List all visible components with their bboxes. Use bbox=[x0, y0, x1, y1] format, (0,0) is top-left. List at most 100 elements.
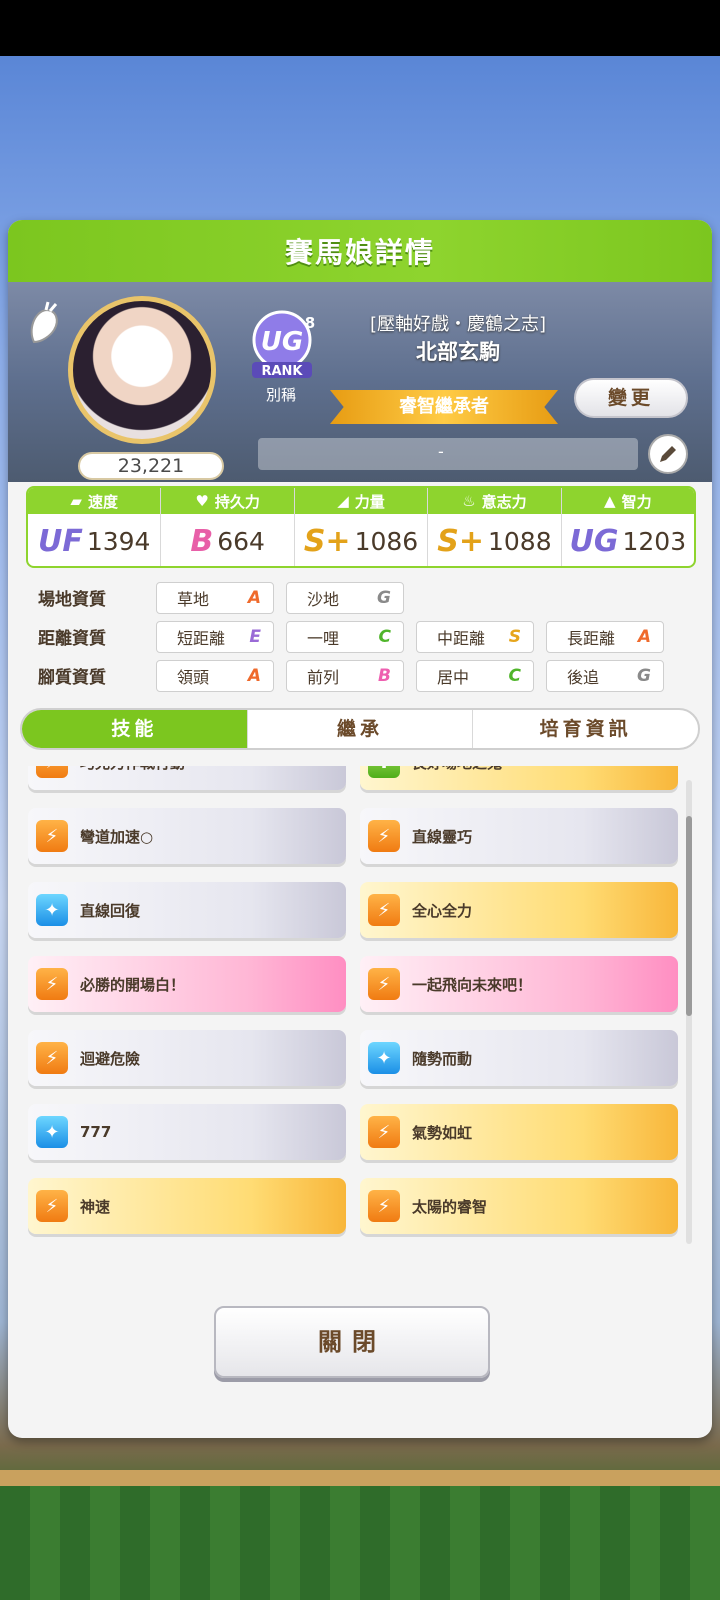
aptitude-cell: 居中 C bbox=[416, 659, 534, 692]
skill-item[interactable]: ⚡ 彎道加速○ bbox=[28, 808, 346, 864]
skill-item[interactable]: ⚡ 氣勢如虹 bbox=[360, 1104, 678, 1160]
pencil-icon bbox=[660, 446, 676, 462]
stat-label: 持久力 bbox=[214, 492, 260, 511]
stat-label: 力量 bbox=[354, 492, 385, 511]
svg-text:UG: UG bbox=[261, 327, 303, 357]
skill-name: 直線回復 bbox=[80, 901, 141, 920]
aptitude-name: 短距離 bbox=[177, 628, 226, 648]
close-button[interactable]: 關閉 bbox=[214, 1306, 490, 1378]
aptitude-grade: A bbox=[637, 626, 651, 647]
skill-item[interactable]: ✦ 隨勢而動 bbox=[360, 1030, 678, 1086]
horse-name: 北部玄駒 bbox=[416, 340, 500, 364]
recovery-skill-icon: ✦ bbox=[36, 894, 68, 926]
shoe-icon: ▰ bbox=[70, 492, 82, 510]
profile-panel: 23,221 UG 8 RANK 別稱 [壓軸好戲・慶鶴之志] 北部玄駒 睿智繼… bbox=[8, 282, 712, 482]
skill-item[interactable]: ⚡ 神速 bbox=[28, 1178, 346, 1234]
edit-memo-button[interactable] bbox=[648, 434, 688, 474]
aptitude-name: 前列 bbox=[307, 667, 340, 687]
tab-skills[interactable]: 技能 bbox=[22, 710, 248, 748]
skill-item[interactable]: ✚ 良好場地之鬼 bbox=[360, 766, 678, 790]
stat-guts: ♨ 意志力 S+ 1088 bbox=[428, 488, 562, 566]
aptitude-name: 領頭 bbox=[177, 667, 210, 687]
speed-skill-icon: ⚡ bbox=[368, 894, 400, 926]
stat-value: 1394 bbox=[86, 526, 151, 556]
aptitude-row-surface: 場地資質 草地 A 沙地 G bbox=[38, 578, 688, 617]
skill-item[interactable]: ⚡ 直線靈巧 bbox=[360, 808, 678, 864]
stat-grade: S+ bbox=[303, 523, 351, 559]
rank-badge-icon: UG 8 RANK bbox=[252, 310, 315, 379]
tab-inheritance[interactable]: 繼承 bbox=[248, 710, 474, 748]
aptitude-row-distance: 距離資質 短距離 E 一哩 C 中距離 S 長距離 A bbox=[38, 617, 688, 656]
change-title-button[interactable]: 變更 bbox=[574, 378, 688, 418]
skill-row: ✦ 777 ⚡ 氣勢如虹 bbox=[28, 1104, 678, 1160]
aptitude-cell: 短距離 E bbox=[156, 620, 274, 653]
stat-grade: B bbox=[190, 523, 214, 559]
aptitude-grade: A bbox=[247, 587, 261, 608]
skill-list[interactable]: ⚡ 巧克力作戰行動 ✚ 良好場地之鬼 ⚡ 彎道加速○ ⚡ 直線靈巧 ✦ 直線回復 ⚡ 全心全力 ⚡ 必勝的… bbox=[20, 766, 680, 1272]
skill-row: ⚡ 神速 ⚡ 太陽的睿智 bbox=[28, 1178, 678, 1234]
avatar[interactable] bbox=[68, 296, 216, 444]
tab-training-info[interactable]: 培育資訊 bbox=[473, 710, 698, 748]
stat-grade: UG bbox=[569, 523, 619, 559]
skill-item[interactable]: ✦ 直線回復 bbox=[28, 882, 346, 938]
recovery-skill-icon: ✦ bbox=[36, 1116, 68, 1148]
skill-item[interactable]: ⚡ 必勝的開場白！ bbox=[28, 956, 346, 1012]
skill-grid: ⚡ 巧克力作戰行動 ✚ 良好場地之鬼 ⚡ 彎道加速○ ⚡ 直線靈巧 ✦ 直線回復 ⚡ 全心全力 ⚡ 必勝的… bbox=[28, 766, 678, 1252]
stat-grade: S+ bbox=[437, 523, 484, 559]
skill-item[interactable]: ⚡ 一起飛向未來吧！ bbox=[360, 956, 678, 1012]
aptitude-cell: 前列 B bbox=[286, 659, 404, 692]
skill-item[interactable]: ⚡ 巧克力作戰行動 bbox=[28, 766, 346, 790]
stat-speed: ▰ 速度 UF 1394 bbox=[28, 488, 162, 566]
skill-name: 太陽的睿智 bbox=[412, 1197, 488, 1216]
skill-item[interactable]: ✦ 777 bbox=[28, 1104, 346, 1160]
speed-skill-icon: ⚡ bbox=[368, 968, 400, 1000]
stat-wisdom: ▲ 智力 UG 1203 bbox=[561, 488, 694, 566]
skill-name: 隨勢而動 bbox=[412, 1049, 473, 1068]
stats-panel: ▰ 速度 UF 1394 ♥ 持久力 B 664 ◢ 力量 S+ 1086 ♨ 意志力 … bbox=[26, 486, 696, 568]
skill-name: 全心全力 bbox=[412, 901, 473, 920]
skill-name: 彎道加速○ bbox=[80, 827, 154, 846]
aptitude-name: 沙地 bbox=[307, 589, 340, 609]
muscle-icon: ◢ bbox=[337, 492, 349, 510]
speed-skill-icon: ⚡ bbox=[368, 1116, 400, 1148]
memo-field[interactable]: - bbox=[258, 438, 638, 470]
aptitude-row-style: 腳質資質 領頭 A 前列 B 居中 C 後追 G bbox=[38, 656, 688, 695]
skill-name: 巧克力作戰行動 bbox=[80, 766, 185, 773]
stat-grade: UF bbox=[37, 523, 83, 559]
aptitude-cell: 領頭 A bbox=[156, 659, 274, 692]
graduation-cap-icon: ▲ bbox=[604, 492, 616, 510]
skill-name: 777 bbox=[80, 1123, 112, 1141]
stat-label: 意志力 bbox=[481, 492, 527, 511]
aptitude-grade: B bbox=[378, 665, 391, 686]
speed-skill-icon: ⚡ bbox=[36, 1190, 68, 1222]
skill-item[interactable]: ⚡ 迴避危險 bbox=[28, 1030, 346, 1086]
aptitude-name: 中距離 bbox=[437, 628, 486, 648]
aptitude-cell: 長距離 A bbox=[546, 620, 664, 653]
aptitude-name: 長距離 bbox=[567, 628, 616, 648]
skill-row: ⚡ 彎道加速○ ⚡ 直線靈巧 bbox=[28, 808, 678, 864]
scrollbar-thumb[interactable] bbox=[686, 816, 692, 1016]
stat-label: 智力 bbox=[621, 492, 652, 511]
fan-count: 23,221 bbox=[78, 452, 224, 480]
skill-list-scrollbar[interactable] bbox=[686, 780, 692, 1244]
skill-row: ✦ 直線回復 ⚡ 全心全力 bbox=[28, 882, 678, 938]
dialog-header: 賽馬娘詳情 bbox=[8, 220, 712, 282]
alias-label: 別稱 bbox=[266, 386, 297, 404]
svg-text:RANK: RANK bbox=[261, 364, 303, 379]
dialog-title: 賽馬娘詳情 bbox=[284, 236, 435, 269]
background-fence bbox=[0, 1470, 720, 1486]
skill-name: 迴避危險 bbox=[80, 1049, 141, 1068]
skill-row: ⚡ 迴避危險 ✦ 隨勢而動 bbox=[28, 1030, 678, 1086]
skill-item[interactable]: ⚡ 太陽的睿智 bbox=[360, 1178, 678, 1234]
aptitude-name: 居中 bbox=[437, 667, 470, 687]
stat-stamina: ♥ 持久力 B 664 bbox=[161, 488, 295, 566]
skill-name: 良好場地之鬼 bbox=[412, 766, 502, 773]
title-ribbon: 睿智繼承者 bbox=[330, 390, 558, 424]
skill-name: 必勝的開場白！ bbox=[80, 975, 186, 994]
aptitude-grade: E bbox=[249, 626, 261, 647]
recovery-skill-icon: ✦ bbox=[368, 1042, 400, 1074]
speed-skill-icon: ⚡ bbox=[36, 766, 68, 778]
skill-item[interactable]: ⚡ 全心全力 bbox=[360, 882, 678, 938]
stat-value: 1203 bbox=[622, 526, 687, 556]
horse-detail-dialog: 賽馬娘詳情 23,221 UG 8 RANK 別稱 [壓軸好戲・慶鶴之志] 北部… bbox=[8, 220, 712, 1438]
